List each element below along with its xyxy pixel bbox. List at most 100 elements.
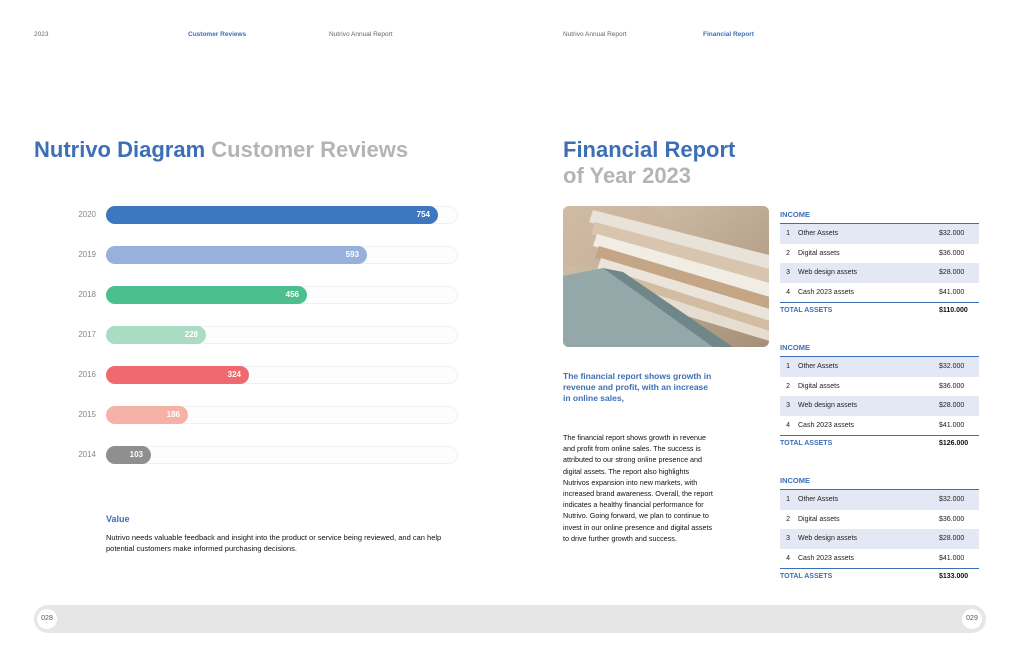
table-row: 1 Other Assets $32.000 [780, 490, 979, 510]
title-line1: Financial Report [563, 137, 736, 162]
row-label: Other Assets [798, 496, 839, 504]
folders-photo [563, 206, 769, 347]
row-number: 2 [786, 515, 790, 523]
bar-category-label: 2020 [78, 210, 96, 219]
row-value: $28.000 [939, 535, 965, 543]
bar-category-label: 2014 [78, 450, 96, 459]
total-label: TOTAL ASSETS [780, 307, 833, 314]
total-value: $126.000 [939, 440, 969, 447]
income-table-3: INCOME 1 Other Assets $32.000 2 Digital ass… [780, 476, 979, 584]
table-title: INCOME [780, 343, 979, 357]
row-label: Cash 2023 assets [798, 421, 855, 429]
bar-category-label: 2015 [78, 410, 96, 419]
value-text: Nutrivo needs valuable feedback and insi… [106, 533, 442, 553]
row-number: 4 [786, 421, 790, 429]
bar-row-2018: 2018 456 [60, 286, 460, 304]
row-label: Digital assets [798, 249, 840, 257]
bar-row-2015: 2015 186 [60, 406, 460, 424]
table-row: 2 Digital assets $36.000 [780, 510, 979, 530]
row-value: $32.000 [939, 363, 965, 371]
row-value: $36.000 [939, 249, 965, 257]
bar-value-label: 186 [166, 410, 180, 419]
table-total: TOTAL ASSETS $133.000 [780, 568, 979, 584]
title-grey: Customer Reviews [211, 137, 409, 162]
table-title: INCOME [780, 210, 979, 224]
row-label: Web design assets [798, 269, 858, 277]
row-value: $28.000 [939, 269, 965, 277]
table-row: 2 Digital assets $36.000 [780, 377, 979, 397]
header-right-report: Nutrivo Annual Report [563, 31, 627, 38]
row-label: Web design assets [798, 402, 858, 410]
row-number: 4 [786, 554, 790, 562]
row-value: $28.000 [939, 402, 965, 410]
total-value: $110.000 [939, 307, 968, 314]
row-value: $32.000 [939, 230, 965, 238]
bar-row-2019: 2019 593 [60, 246, 460, 264]
row-value: $41.000 [939, 421, 965, 429]
table-total: TOTAL ASSETS $110.000 [780, 302, 979, 318]
bar-category-label: 2019 [78, 250, 96, 259]
total-value: $133.000 [939, 573, 969, 580]
row-label: Cash 2023 assets [798, 288, 855, 296]
bar-value-label: 754 [416, 210, 430, 219]
table-title: INCOME [780, 476, 979, 490]
bar-row-2016: 2016 324 [60, 366, 460, 384]
total-label: TOTAL ASSETS [780, 573, 833, 580]
table-row: 1 Other Assets $32.000 [780, 224, 979, 244]
row-number: 2 [786, 382, 790, 390]
bar-track [106, 446, 458, 464]
bar-value-label: 456 [285, 290, 299, 299]
bar-row-2014: 2014 103 [60, 446, 460, 464]
row-number: 3 [786, 535, 790, 543]
row-value: $36.000 [939, 382, 965, 390]
bar-2016: 324 [106, 366, 249, 384]
page-number-left: 028 [37, 609, 57, 629]
row-label: Digital assets [798, 515, 840, 523]
table-total: TOTAL ASSETS $126.000 [780, 435, 979, 451]
bar-value-label: 103 [129, 450, 143, 459]
title-blue: Nutrivo Diagram [34, 137, 206, 162]
bar-2019: 593 [106, 246, 367, 264]
row-number: 2 [786, 249, 790, 257]
bar-2015: 186 [106, 406, 188, 424]
left-page-title: Nutrivo Diagram Customer Reviews [34, 137, 408, 163]
bar-2020: 754 [106, 206, 438, 224]
bar-row-2020: 2020 754 [60, 206, 460, 224]
income-table-1: INCOME 1 Other Assets $32.000 2 Digital ass… [780, 210, 979, 318]
title-line2: of Year 2023 [563, 163, 692, 188]
table-row: 3 Web design assets $28.000 [780, 529, 979, 549]
header-year: 2023 [34, 31, 49, 38]
row-number: 4 [786, 288, 790, 296]
header-left-section: Customer Reviews [188, 31, 247, 38]
bar-2018: 456 [106, 286, 307, 304]
bar-category-label: 2017 [78, 330, 96, 339]
row-number: 1 [786, 230, 790, 238]
row-value: $32.000 [939, 496, 965, 504]
bar-category-label: 2018 [78, 290, 96, 299]
footer-bar [34, 605, 986, 633]
row-label: Web design assets [798, 535, 858, 543]
table-row: 4 Cash 2023 assets $41.000 [780, 549, 979, 569]
table-row: 2 Digital assets $36.000 [780, 244, 979, 264]
row-label: Other Assets [798, 230, 839, 238]
table-row: 4 Cash 2023 assets $41.000 [780, 416, 979, 436]
bar-value-label: 228 [184, 330, 198, 339]
table-row: 1 Other Assets $32.000 [780, 357, 979, 377]
bar-2014: 103 [106, 446, 151, 464]
row-number: 1 [786, 363, 790, 371]
header-right-section: Financial Report [703, 31, 754, 38]
row-value: $36.000 [939, 515, 965, 523]
bar-2017: 228 [106, 326, 206, 344]
row-number: 1 [786, 496, 790, 504]
bar-category-label: 2016 [78, 370, 96, 379]
row-label: Cash 2023 assets [798, 554, 855, 562]
lead-text: The financial report shows growth in rev… [563, 371, 712, 403]
row-number: 3 [786, 269, 790, 277]
table-row: 4 Cash 2023 assets $41.000 [780, 283, 979, 303]
total-label: TOTAL ASSETS [780, 440, 833, 447]
row-value: $41.000 [939, 554, 965, 562]
right-page-title: Financial Report of Year 2023 [563, 137, 735, 189]
value-heading: Value [106, 514, 130, 524]
bar-value-label: 593 [345, 250, 359, 259]
table-row: 3 Web design assets $28.000 [780, 396, 979, 416]
